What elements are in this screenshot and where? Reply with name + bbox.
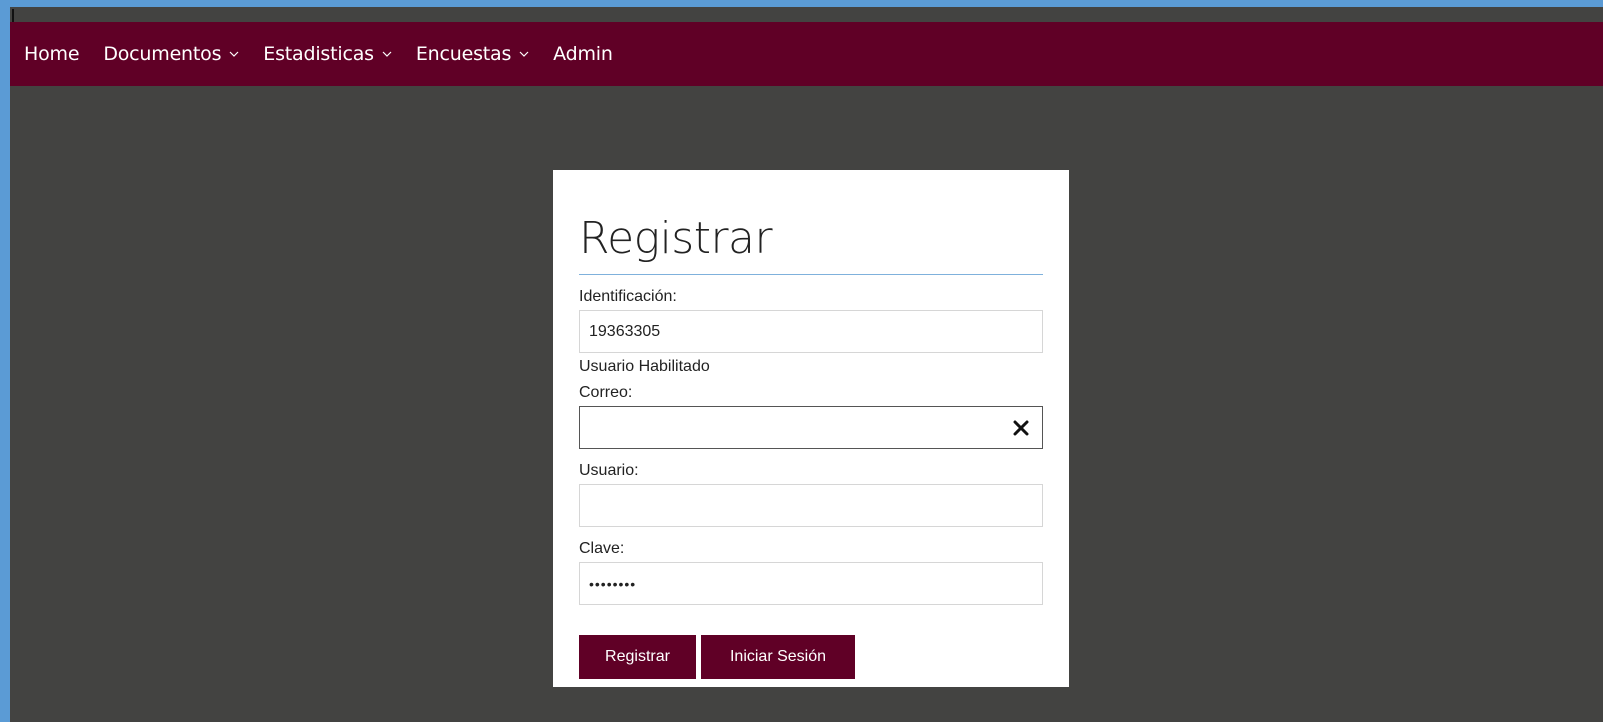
identificacion-input[interactable] [580, 311, 1042, 352]
nav-encuestas-label: Encuestas [415, 43, 512, 65]
nav-admin-label: Admin [553, 43, 613, 65]
nav-documentos[interactable]: Documentos [103, 43, 239, 65]
nav-estadisticas[interactable]: Estadisticas [263, 43, 392, 65]
identificacion-label: Identificación: [579, 288, 677, 305]
clave-field-box [579, 562, 1043, 605]
chevron-down-icon [519, 49, 529, 59]
correo-field-box [579, 406, 1043, 449]
correo-label: Correo: [579, 384, 633, 401]
chevron-down-icon [382, 49, 392, 59]
correo-input[interactable] [580, 407, 1042, 448]
text-cursor-mark [12, 9, 14, 23]
usuario-input[interactable] [580, 485, 1042, 526]
usuario-field-box [579, 484, 1043, 527]
nav-home-label: Home [24, 43, 80, 65]
top-navbar: Home Documentos Estadisticas Encuestas A… [10, 22, 1603, 86]
close-icon[interactable] [1012, 419, 1030, 437]
nav-encuestas[interactable]: Encuestas [416, 43, 529, 65]
nav-documentos-label: Documentos [103, 43, 222, 65]
nav-estadisticas-label: Estadisticas [263, 43, 374, 65]
usuario-label: Usuario: [579, 462, 639, 479]
title-divider [579, 274, 1043, 275]
clave-label: Clave: [579, 540, 625, 557]
chevron-down-icon [229, 49, 239, 59]
form-title: Registrar [579, 213, 773, 264]
clave-input[interactable] [580, 563, 1042, 604]
nav-home[interactable]: Home [24, 43, 80, 65]
register-card: Registrar Identificación: Usuario Habili… [553, 170, 1069, 687]
register-button[interactable]: Registrar [579, 635, 696, 679]
user-status-text: Usuario Habilitado [579, 358, 710, 375]
app-window: Home Documentos Estadisticas Encuestas A… [10, 7, 1603, 722]
login-button[interactable]: Iniciar Sesión [701, 635, 855, 679]
form-actions: Registrar Iniciar Sesión [579, 635, 1043, 679]
nav-admin[interactable]: Admin [553, 43, 613, 65]
identificacion-field-box [579, 310, 1043, 353]
